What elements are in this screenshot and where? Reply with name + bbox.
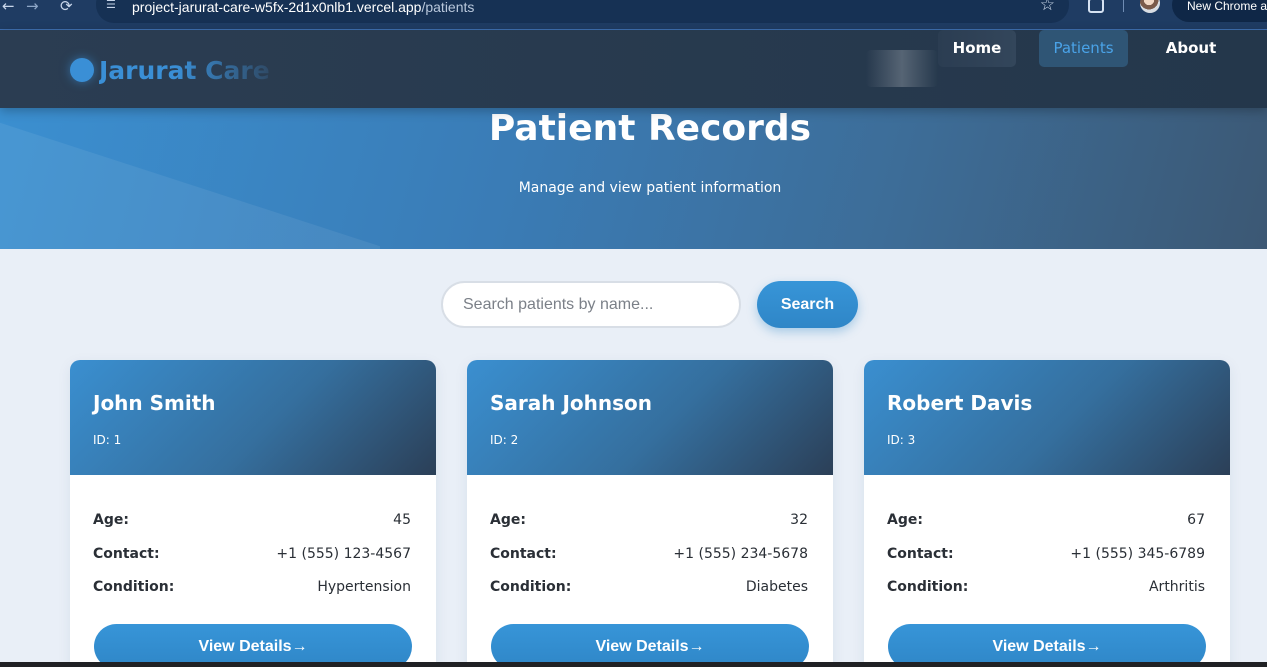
- nav-patients[interactable]: Patients: [1039, 30, 1128, 67]
- patient-id: ID: 1: [93, 433, 122, 447]
- back-arrow-icon[interactable]: ←: [2, 0, 15, 14]
- reload-icon[interactable]: ⟳: [60, 0, 73, 14]
- patient-name: Sarah Johnson: [490, 391, 653, 415]
- page-title: Patient Records: [488, 108, 812, 149]
- nav-hover-glow: [866, 50, 938, 87]
- new-chrome-button[interactable]: New Chrome av: [1172, 0, 1267, 22]
- site-header: Jarurat Care Home Patients About: [0, 30, 1267, 108]
- site-settings-icon[interactable]: ☰: [106, 0, 120, 12]
- address-url[interactable]: project-jarurat-care-w5fx-2d1x0nlb1.verc…: [132, 0, 474, 15]
- page-subtitle: Manage and view patient information: [518, 180, 782, 196]
- contact-value: +1 (555) 345-6789: [1070, 546, 1205, 562]
- patient-condition-row: Condition: Arthritis: [887, 577, 1205, 597]
- patient-name: John Smith: [93, 391, 216, 415]
- url-host: project-jarurat-care-w5fx-2d1x0nlb1.verc…: [132, 0, 422, 15]
- contact-value: +1 (555) 123-4567: [276, 546, 411, 562]
- contact-value: +1 (555) 234-5678: [673, 546, 808, 562]
- browser-toolbar: ← → ⟳ ☰ project-jarurat-care-w5fx-2d1x0n…: [0, 0, 1267, 30]
- view-details-button[interactable]: View Details→: [94, 624, 412, 667]
- extensions-icon[interactable]: [1088, 0, 1104, 13]
- patient-card: John Smith ID: 1 Age: 45 Contact: +1 (55…: [70, 360, 436, 667]
- brand-name: Jarurat Care: [99, 56, 270, 85]
- patient-card-header: Sarah Johnson ID: 2: [467, 360, 833, 475]
- condition-value: Hypertension: [317, 579, 411, 595]
- patient-contact-row: Contact: +1 (555) 123-4567: [93, 544, 411, 564]
- age-label: Age:: [887, 512, 923, 528]
- patient-contact-row: Contact: +1 (555) 234-5678: [490, 544, 808, 564]
- patient-card: Robert Davis ID: 3 Age: 67 Contact: +1 (…: [864, 360, 1230, 667]
- bookmark-star-icon[interactable]: ☆: [1040, 0, 1055, 14]
- age-label: Age:: [490, 512, 526, 528]
- brand-dot-icon: [70, 58, 94, 82]
- nav-home[interactable]: Home: [938, 30, 1016, 67]
- toolbar-divider: [1123, 0, 1124, 12]
- patient-card-header: John Smith ID: 1: [70, 360, 436, 475]
- address-bar[interactable]: ☰ project-jarurat-care-w5fx-2d1x0nlb1.ve…: [96, 0, 1069, 23]
- condition-label: Condition:: [93, 579, 175, 595]
- patient-card-header: Robert Davis ID: 3: [864, 360, 1230, 475]
- patient-age-row: Age: 32: [490, 510, 808, 530]
- nav-about[interactable]: About: [1151, 30, 1231, 67]
- url-path: /patients: [421, 0, 475, 15]
- patient-name: Robert Davis: [887, 391, 1033, 415]
- patient-age-row: Age: 45: [93, 510, 411, 530]
- contact-label: Contact:: [93, 546, 160, 562]
- view-details-button[interactable]: View Details→: [491, 624, 809, 667]
- age-label: Age:: [93, 512, 129, 528]
- hero-banner: Patient Records Manage and view patient …: [0, 108, 1267, 249]
- patient-condition-row: Condition: Diabetes: [490, 577, 808, 597]
- age-value: 45: [393, 512, 411, 528]
- contact-label: Contact:: [887, 546, 954, 562]
- patient-contact-row: Contact: +1 (555) 345-6789: [887, 544, 1205, 564]
- forward-arrow-icon[interactable]: →: [26, 0, 39, 14]
- view-details-button[interactable]: View Details→: [888, 624, 1206, 667]
- age-value: 32: [790, 512, 808, 528]
- patient-age-row: Age: 67: [887, 510, 1205, 530]
- patient-id: ID: 2: [490, 433, 519, 447]
- search-button[interactable]: Search: [757, 281, 858, 328]
- contact-label: Contact:: [490, 546, 557, 562]
- condition-label: Condition:: [490, 579, 572, 595]
- patient-condition-row: Condition: Hypertension: [93, 577, 411, 597]
- patient-card: Sarah Johnson ID: 2 Age: 32 Contact: +1 …: [467, 360, 833, 667]
- search-input[interactable]: [441, 281, 741, 328]
- screen-bottom-edge: [0, 662, 1267, 667]
- profile-avatar[interactable]: [1140, 0, 1160, 13]
- condition-value: Diabetes: [745, 579, 808, 595]
- condition-value: Arthritis: [1148, 579, 1205, 595]
- condition-label: Condition:: [887, 579, 969, 595]
- patient-id: ID: 3: [887, 433, 916, 447]
- age-value: 67: [1187, 512, 1205, 528]
